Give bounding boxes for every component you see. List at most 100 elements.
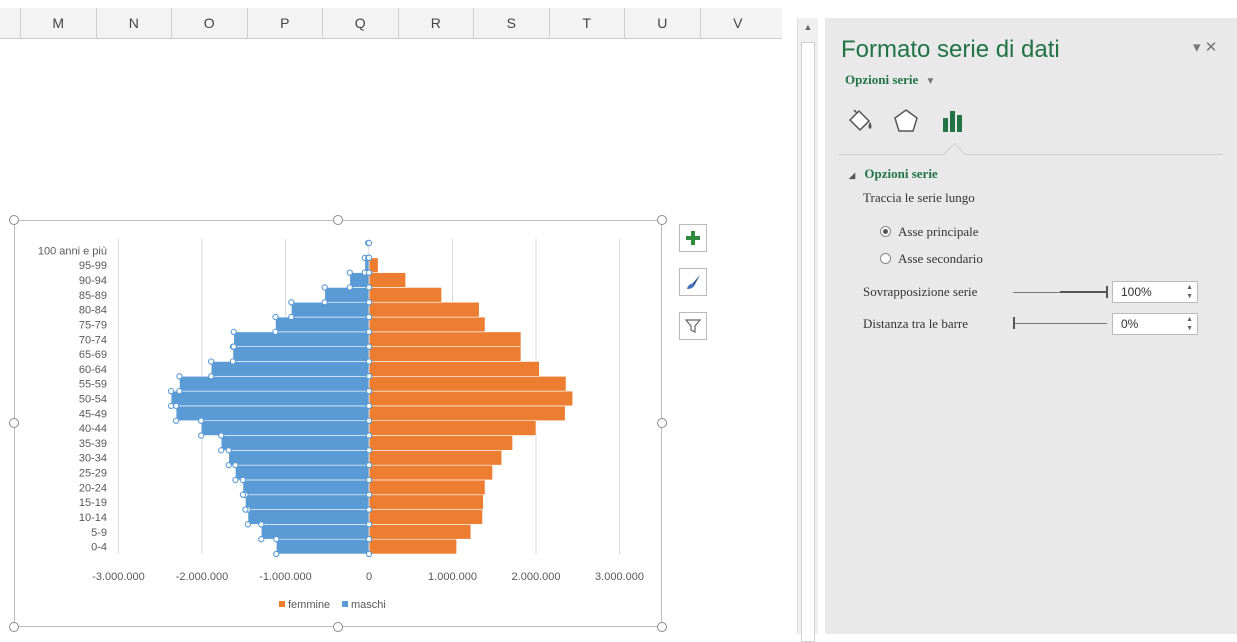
population-pyramid-chart[interactable]: -3.000.000 -2.000.000 -1.000.000 0 1.000.000… [15,221,663,628]
fill-line-icon[interactable] [845,106,875,136]
selection-point[interactable] [365,461,373,469]
selection-point[interactable] [258,521,265,528]
selection-point[interactable] [365,387,373,395]
bar-femmine[interactable] [368,479,486,496]
resize-handle-mr[interactable] [657,418,667,428]
selection-point[interactable] [273,550,280,558]
bar-femmine[interactable] [368,494,484,510]
chart-filters-button[interactable] [679,312,707,340]
selection-point[interactable] [365,417,373,424]
scroll-up-icon[interactable]: ▲ [798,18,818,36]
selection-point[interactable] [198,417,205,424]
selection-point[interactable] [365,491,373,498]
selection-point[interactable] [225,461,232,469]
gap-slider-thumb[interactable] [1013,317,1015,329]
radio-secondary-axis[interactable] [880,253,891,264]
selection-point[interactable] [239,476,247,484]
selection-point[interactable] [208,358,215,365]
bar-femmine[interactable] [368,538,457,555]
selection-point[interactable] [365,328,373,336]
column-header-v[interactable]: V [699,8,776,38]
selection-point[interactable] [258,536,265,543]
selection-point[interactable] [346,284,353,291]
gap-spin-input[interactable]: 0% ▲ ▼ [1112,313,1198,335]
effects-icon[interactable] [891,106,921,136]
legend-swatch-femmine[interactable] [279,601,285,607]
selection-point[interactable] [232,476,239,484]
selection-point[interactable] [244,521,252,528]
selection-point[interactable] [229,358,237,365]
selection-point[interactable] [321,299,328,306]
column-header-o[interactable]: O [171,8,247,38]
bar-femmine[interactable] [368,316,486,333]
selection-point[interactable] [365,313,373,321]
overlap-spin-input[interactable]: 100% ▲ ▼ [1112,281,1198,303]
bar-maschi[interactable] [170,390,370,407]
bar-maschi[interactable] [291,301,370,318]
chart-area[interactable]: -3.000.000 -2.000.000 -1.000.000 0 1.000.000… [14,220,662,627]
resize-handle-bm[interactable] [333,622,343,632]
resize-handle-ml[interactable] [9,418,19,428]
selection-point[interactable] [218,447,225,454]
resize-handle-tr[interactable] [657,215,667,225]
bar-femmine[interactable] [368,361,540,377]
gap-slider[interactable] [1013,323,1107,324]
selection-point[interactable] [288,299,295,306]
selection-point[interactable] [272,328,279,336]
bar-maschi[interactable] [242,479,370,496]
bar-femmine[interactable] [368,405,566,422]
bar-maschi[interactable] [276,538,370,555]
selection-point[interactable] [365,536,373,543]
selection-point[interactable] [365,269,373,276]
bar-maschi[interactable] [179,375,370,392]
selection-point[interactable] [239,491,247,498]
column-header-q[interactable]: Q [322,8,398,38]
bar-maschi[interactable] [245,494,370,510]
vertical-scrollbar[interactable]: ▲ [797,18,818,642]
selection-point[interactable] [172,417,180,424]
column-header-u[interactable]: U [624,8,700,38]
selection-point[interactable] [321,284,328,291]
bar-femmine[interactable] [368,287,442,303]
scroll-thumb[interactable] [801,42,815,642]
selection-point[interactable] [365,506,373,513]
column-header-r[interactable]: R [397,8,474,38]
overlap-slider-thumb[interactable] [1106,286,1108,298]
selection-point[interactable] [365,550,373,558]
selection-point[interactable] [208,373,215,380]
column-header-t[interactable]: T [548,8,625,38]
column-header-m[interactable]: M [20,8,96,38]
selection-point[interactable] [218,432,225,439]
chart-styles-button[interactable] [679,268,707,296]
selection-point[interactable] [365,358,373,365]
bar-maschi[interactable] [228,450,370,466]
selection-point[interactable] [365,284,373,291]
pane-close-icon[interactable]: ▾ ✕ [1193,38,1217,56]
bar-maschi[interactable] [200,420,370,436]
selection-point[interactable] [365,254,373,261]
radio-secondary-label[interactable]: Asse secondario [898,251,983,267]
column-header-n[interactable]: N [95,8,172,38]
resize-handle-br[interactable] [657,622,667,632]
selection-point[interactable] [288,313,295,321]
bar-maschi[interactable] [235,464,370,481]
bar-femmine[interactable] [368,346,522,362]
bar-femmine[interactable] [368,450,503,466]
column-header-s[interactable]: S [473,8,549,38]
selection-point[interactable] [167,402,175,410]
bar-femmine[interactable] [368,509,483,525]
legend-swatch-maschi[interactable] [342,601,348,607]
selection-point[interactable] [176,387,183,395]
selection-point[interactable] [176,373,183,380]
bar-femmine[interactable] [368,301,480,318]
bar-femmine[interactable] [368,331,522,347]
selection-point[interactable] [365,476,373,484]
bar-maschi[interactable] [247,509,370,525]
bar-maschi[interactable] [220,435,370,451]
selection-point[interactable] [232,461,239,469]
radio-primary-axis[interactable] [880,226,891,237]
chart-elements-button[interactable] [679,224,707,252]
selection-point[interactable] [167,387,175,395]
selection-point[interactable] [365,239,373,247]
radio-primary-label[interactable]: Asse principale [898,224,979,240]
